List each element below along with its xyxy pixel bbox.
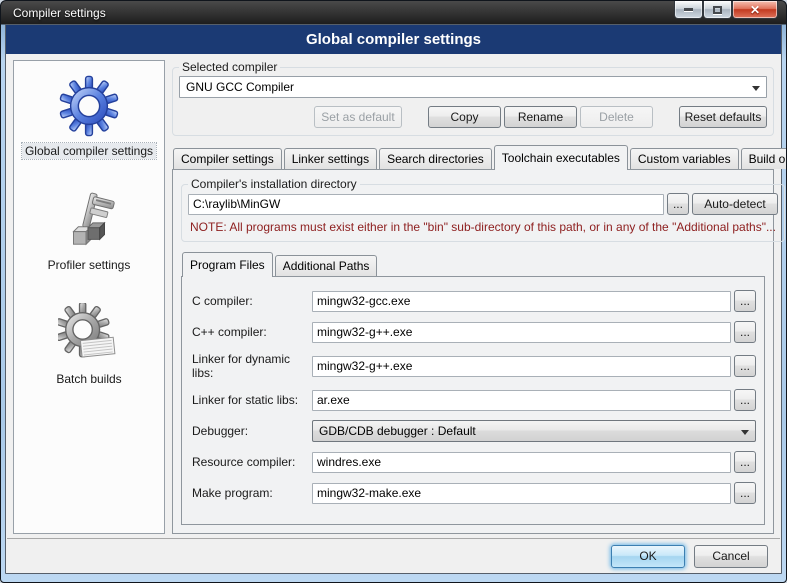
program-files-tabstrip: Program Files Additional Paths	[181, 252, 765, 276]
sidebar-item-batch-builds[interactable]: Batch builds	[53, 303, 124, 387]
titlebar[interactable]: Compiler settings ✕	[5, 1, 782, 24]
cancel-button[interactable]: Cancel	[694, 545, 768, 568]
tab-build-options[interactable]: Build options	[741, 148, 787, 169]
selected-compiler-legend: Selected compiler	[179, 60, 280, 74]
tab-toolchain-executables[interactable]: Toolchain executables	[494, 145, 628, 170]
copy-button[interactable]: Copy	[428, 106, 501, 128]
dialog-client-area: Global compiler settings	[5, 24, 782, 574]
rename-button[interactable]: Rename	[504, 106, 577, 128]
tab-search-directories[interactable]: Search directories	[379, 148, 492, 169]
close-icon: ✕	[750, 3, 760, 17]
compiler-select[interactable]: GNU GCC Compiler	[179, 76, 767, 98]
minimize-icon	[684, 8, 693, 11]
tab-linker-settings[interactable]: Linker settings	[284, 148, 377, 169]
installation-directory-group: Compiler's installation directory ... Au…	[181, 177, 785, 242]
toolchain-executables-panel: Compiler's installation directory ... Au…	[172, 169, 774, 534]
cpp-compiler-browse-button[interactable]: ...	[734, 321, 756, 343]
ok-button[interactable]: OK	[611, 545, 685, 568]
page-title: Global compiler settings	[306, 31, 481, 48]
debugger-select[interactable]: GDB/CDB debugger : Default	[312, 420, 756, 442]
make-program-label: Make program:	[192, 486, 312, 500]
tab-compiler-settings[interactable]: Compiler settings	[173, 148, 282, 169]
installation-directory-input[interactable]	[188, 194, 664, 215]
set-as-default-button[interactable]: Set as default	[314, 106, 402, 128]
tab-additional-paths[interactable]: Additional Paths	[275, 255, 378, 276]
c-compiler-input[interactable]	[312, 291, 731, 312]
installation-directory-browse-button[interactable]: ...	[667, 193, 689, 215]
installation-note: NOTE: All programs must exist either in …	[190, 220, 776, 234]
compiler-select-value: GNU GCC Compiler	[186, 80, 294, 94]
minimize-button[interactable]	[674, 1, 703, 19]
cpp-compiler-label: C++ compiler:	[192, 325, 312, 339]
sidebar-item-global-compiler-settings[interactable]: Global compiler settings	[22, 75, 156, 159]
blue-gear-icon	[58, 75, 120, 137]
sidebar-item-label: Global compiler settings	[22, 143, 156, 159]
footer: OK Cancel	[6, 539, 781, 573]
debugger-label: Debugger:	[192, 424, 312, 438]
debugger-select-value: GDB/CDB debugger : Default	[319, 424, 476, 438]
dropdown-arrow-icon	[741, 430, 749, 435]
selected-compiler-group: Selected compiler GNU GCC Compiler Set a…	[172, 60, 774, 136]
sidebar-item-profiler-settings[interactable]: Profiler settings	[45, 189, 134, 273]
settings-tabstrip: Compiler settings Linker settings Search…	[172, 145, 774, 169]
compiler-settings-window: Compiler settings ✕ Global compiler sett…	[0, 0, 787, 583]
gray-gear-documents-icon	[58, 303, 120, 365]
maximize-button[interactable]	[703, 1, 732, 19]
dialog-header: Global compiler settings	[6, 25, 781, 54]
close-button[interactable]: ✕	[732, 1, 778, 19]
linker-static-input[interactable]	[312, 390, 731, 411]
c-compiler-browse-button[interactable]: ...	[734, 290, 756, 312]
linker-static-browse-button[interactable]: ...	[734, 389, 756, 411]
sidebar-item-label: Batch builds	[53, 371, 124, 387]
c-compiler-label: C compiler:	[192, 294, 312, 308]
cpp-compiler-input[interactable]	[312, 322, 731, 343]
delete-button[interactable]: Delete	[580, 106, 653, 128]
linker-dynamic-browse-button[interactable]: ...	[734, 355, 756, 377]
window-title: Compiler settings	[13, 6, 106, 20]
resource-compiler-input[interactable]	[312, 452, 731, 473]
installation-directory-legend: Compiler's installation directory	[188, 177, 360, 191]
dropdown-arrow-icon	[752, 86, 760, 91]
maximize-icon	[713, 6, 722, 14]
window-controls: ✕	[674, 1, 778, 19]
tab-program-files[interactable]: Program Files	[182, 252, 273, 277]
resource-compiler-label: Resource compiler:	[192, 455, 312, 469]
program-files-panel: C compiler: ... C++ compiler: ... Linker…	[181, 276, 765, 525]
auto-detect-button[interactable]: Auto-detect	[692, 193, 778, 215]
make-program-input[interactable]	[312, 483, 731, 504]
reset-defaults-button[interactable]: Reset defaults	[679, 106, 767, 128]
tab-custom-variables[interactable]: Custom variables	[630, 148, 739, 169]
linker-static-label: Linker for static libs:	[192, 393, 312, 407]
caliper-icon	[58, 189, 120, 251]
linker-dynamic-label: Linker for dynamic libs:	[192, 352, 312, 380]
sidebar-item-label: Profiler settings	[45, 257, 134, 273]
make-program-browse-button[interactable]: ...	[734, 482, 756, 504]
linker-dynamic-input[interactable]	[312, 356, 731, 377]
settings-category-sidebar: Global compiler settings	[13, 60, 165, 534]
resource-compiler-browse-button[interactable]: ...	[734, 451, 756, 473]
